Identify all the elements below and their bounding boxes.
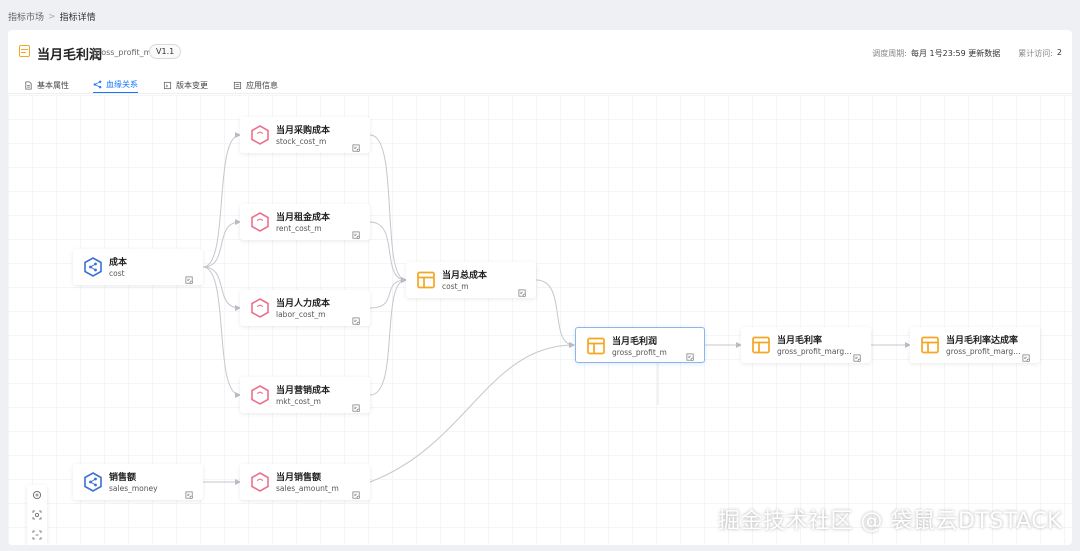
lineage-node-gpr[interactable]: 当月毛利率gross_profit_margin_m [741, 327, 871, 363]
focus-icon[interactable] [27, 505, 47, 525]
derived-metric-icon [250, 298, 270, 318]
atomic-metric-icon [83, 472, 103, 492]
composite-metric-icon [751, 335, 771, 355]
node-code: stock_cost_m [276, 137, 327, 146]
node-name: 当月采购成本 [276, 126, 331, 136]
breadcrumb-root[interactable]: 指标市场 [8, 10, 44, 23]
node-code: mkt_cost_m [276, 397, 321, 406]
breadcrumb-current: 指标详情 [59, 13, 96, 23]
node-code: sales_amount_m [276, 484, 339, 493]
schedule-label: 调度周期: [872, 49, 907, 58]
visits-value: 2 [1056, 48, 1062, 57]
node-name: 当月毛利率达成率 [946, 336, 1019, 346]
node-name: 当月租金成本 [276, 213, 331, 223]
derived-metric-icon [250, 212, 270, 232]
tab-bar: 基本属性 血缘关系 版本变更 应用信息 [8, 74, 1072, 94]
node-name: 当月营销成本 [276, 386, 331, 396]
view-detail-icon[interactable] [518, 283, 527, 297]
watermark: 掘金技术社区 @ 袋鼠云DTSTACK [717, 509, 1062, 534]
edge-stock-total [369, 134, 407, 283]
node-name: 当月总成本 [442, 271, 488, 281]
node-code: labor_cost_m [276, 310, 326, 319]
zoom-in-icon[interactable] [27, 485, 47, 505]
edge-salesm-gp [369, 342, 575, 483]
view-detail-icon[interactable] [686, 347, 695, 361]
node-name: 成本 [109, 258, 128, 268]
view-detail-icon[interactable] [185, 270, 194, 284]
lineage-node-sales[interactable]: 销售额 sales_money [73, 464, 203, 500]
metric-icon [19, 45, 30, 57]
chevron-right-icon: > [48, 11, 56, 22]
edge-cost-labor [202, 266, 241, 311]
view-detail-icon[interactable] [352, 485, 361, 499]
schedule-value: 每月 1号23:59 更新数据 [910, 49, 1001, 58]
composite-metric-icon [920, 335, 940, 355]
lineage-node-mkt[interactable]: 当月营销成本 mkt_cost_m [240, 377, 370, 413]
header-meta: 调度周期: 每月 1号23:59 更新数据 累计访问: 2 [872, 48, 1062, 59]
breadcrumb: 指标市场 > 指标详情 [8, 10, 96, 24]
tab-lineage[interactable]: 血缘关系 [93, 77, 138, 93]
lineage-node-salesm[interactable]: 当月销售额 sales_amount_m [240, 464, 370, 500]
detail-panel: 当月毛利润 gross_profit_m V1.1 调度周期: 每月 1号23:… [8, 30, 1072, 545]
node-code: sales_money [109, 484, 158, 493]
app-info-icon [233, 81, 242, 89]
node-name: 当月毛利润 [612, 337, 658, 347]
tab-basic-attributes[interactable]: 基本属性 [24, 77, 69, 93]
atomic-metric-icon [83, 257, 103, 277]
node-name: 当月销售额 [276, 473, 322, 483]
edge-cost-rent [202, 219, 241, 268]
edge-rent-total [369, 221, 407, 283]
lineage-icon [93, 80, 102, 89]
node-code: gross_profit_margin_m [777, 347, 853, 356]
view-detail-icon[interactable] [185, 485, 194, 499]
derived-metric-icon [250, 125, 270, 145]
node-code: gross_profit_m [612, 348, 667, 357]
canvas-toolbar [27, 485, 47, 545]
lineage-node-stock[interactable]: 当月采购成本 stock_cost_m [240, 117, 370, 153]
lineage-node-cost[interactable]: 成本 cost [73, 249, 203, 285]
view-detail-icon[interactable] [352, 398, 361, 412]
view-detail-icon[interactable] [352, 225, 361, 239]
derived-metric-icon [250, 385, 270, 405]
version-badge[interactable]: V1.1 [149, 44, 182, 59]
fit-view-icon[interactable] [27, 525, 47, 545]
view-detail-icon[interactable] [853, 348, 862, 362]
node-name: 销售额 [109, 473, 137, 483]
lineage-canvas[interactable]: 当月采购成本 stock_cost_m 当月租金成本 rent_cost_m 成本 cos… [8, 95, 1072, 545]
lineage-node-totalcost[interactable]: 当月总成本 cost_m [406, 262, 536, 298]
lineage-node-rent[interactable]: 当月租金成本 rent_cost_m [240, 204, 370, 240]
view-detail-icon[interactable] [352, 138, 361, 152]
page-header: 当月毛利润 gross_profit_m V1.1 调度周期: 每月 1号23:… [8, 30, 1072, 74]
node-code: rent_cost_m [276, 224, 322, 233]
document-icon [25, 80, 32, 90]
node-code: cost [109, 269, 125, 278]
visits-label: 累计访问: [1018, 49, 1053, 58]
version-icon [163, 81, 172, 89]
view-detail-icon[interactable] [352, 311, 361, 325]
edge-labor-total [369, 277, 407, 309]
lineage-node-gprr[interactable]: 当月毛利率达成率gross_profit_margin_rate_m [910, 327, 1040, 363]
edge-cost-stock [202, 132, 241, 268]
composite-metric-icon [416, 270, 436, 290]
node-name: 当月人力成本 [276, 299, 331, 309]
lineage-node-labor[interactable]: 当月人力成本 labor_cost_m [240, 290, 370, 326]
node-name: 当月毛利率 [777, 336, 823, 346]
lineage-node-gp[interactable]: 当月毛利润 gross_profit_m [575, 327, 705, 363]
node-code: cost_m [442, 282, 469, 291]
composite-metric-icon [586, 336, 606, 356]
derived-metric-icon [250, 472, 270, 492]
tab-version-change[interactable]: 版本变更 [163, 77, 208, 93]
tab-app-info[interactable]: 应用信息 [233, 77, 278, 93]
node-code: gross_profit_margin_rate_m [946, 347, 1022, 356]
edge-total-gp [535, 279, 575, 348]
metric-code: gross_profit_m [93, 48, 152, 57]
view-detail-icon[interactable] [1022, 348, 1031, 362]
